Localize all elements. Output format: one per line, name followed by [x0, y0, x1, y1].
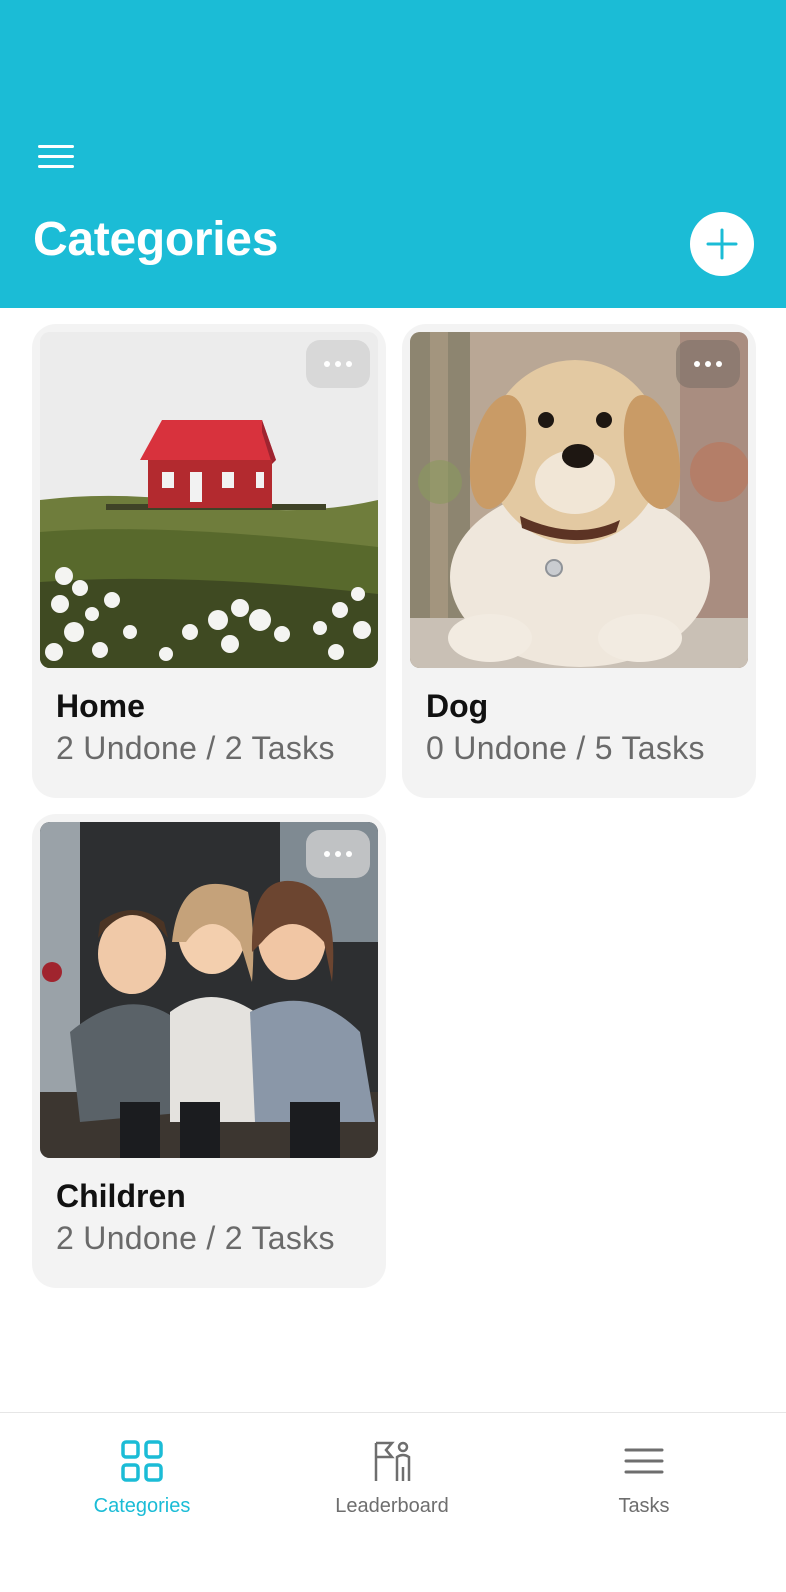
nav-item-leaderboard[interactable]: Leaderboard [292, 1437, 492, 1533]
category-name: Children [56, 1178, 186, 1214]
more-dots-icon [324, 851, 330, 857]
bottom-navigation: Categories Leaderboard Tasks [0, 1412, 786, 1592]
more-options-button[interactable] [306, 830, 370, 878]
more-dots-icon [324, 361, 330, 367]
menu-button[interactable] [30, 136, 82, 176]
category-card-dog[interactable]: Dog 0 Undone / 5 Tasks [402, 324, 756, 798]
nav-label: Tasks [618, 1495, 670, 1517]
plus-icon [706, 228, 738, 260]
category-stats: 2 Undone / 2 Tasks [56, 730, 335, 766]
list-icon [620, 1437, 668, 1485]
more-dots-icon [694, 361, 700, 367]
category-card-home[interactable]: Home 2 Undone / 2 Tasks [32, 324, 386, 798]
leaderboard-icon [368, 1437, 416, 1485]
nav-label: Leaderboard [335, 1495, 449, 1517]
more-options-button[interactable] [676, 340, 740, 388]
grid-icon [118, 1437, 166, 1485]
category-stats: 2 Undone / 2 Tasks [56, 1220, 335, 1256]
category-card-children[interactable]: Children 2 Undone / 2 Tasks [32, 814, 386, 1288]
category-name: Dog [426, 688, 489, 724]
nav-label: Categories [93, 1495, 191, 1517]
category-name: Home [56, 688, 145, 724]
hamburger-menu-icon [38, 144, 74, 148]
add-category-button[interactable] [690, 212, 754, 276]
category-stats: 0 Undone / 5 Tasks [426, 730, 705, 766]
nav-item-tasks[interactable]: Tasks [544, 1437, 744, 1533]
app-header: Categories [0, 0, 786, 308]
nav-item-categories[interactable]: Categories [42, 1437, 242, 1533]
more-options-button[interactable] [306, 340, 370, 388]
page-title: Categories [33, 213, 279, 266]
